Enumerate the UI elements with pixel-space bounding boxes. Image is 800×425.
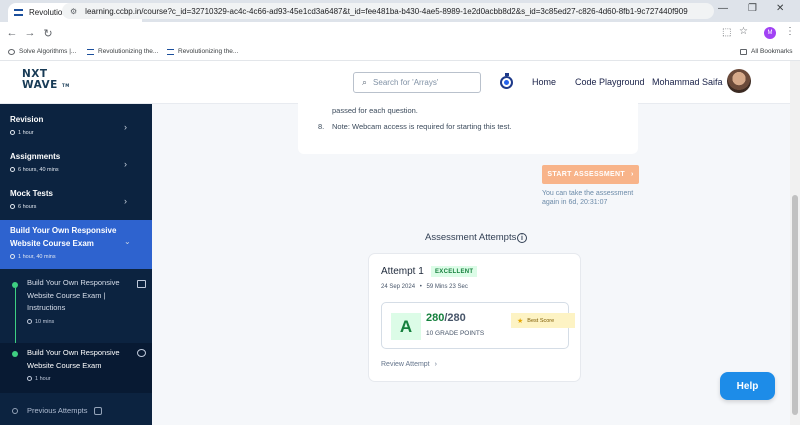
close-window-icon[interactable]: ✕ [776,3,784,14]
help-button[interactable]: Help [720,372,775,400]
instruction-text: passed for each question. [332,106,418,115]
clock-icon [10,254,15,259]
bookmark-star-icon[interactable]: ☆ [739,26,748,37]
profile-avatar-icon[interactable]: M [764,27,776,39]
attempt-card: Attempt 1 EXCELLENT 24 Sep 2024 • 59 Min… [368,253,581,382]
start-assessment-button[interactable]: START ASSESSMENT › [542,165,639,184]
score-text: 280/280 [426,312,466,324]
chevron-right-icon: › [124,159,127,169]
instruction-text: Note: Webcam access is required for star… [332,122,512,131]
user-name[interactable]: Mohammad Saifa [652,77,723,87]
pending-dot-icon [12,408,18,414]
url-text: learning.ccbp.in/course?c_id=32710329-ac… [85,6,688,16]
site-info-icon[interactable]: ⚙ [70,7,77,16]
address-bar-row: ← → ↻ [0,22,800,44]
back-icon[interactable]: ← [3,27,21,39]
clock-icon [10,204,15,209]
folder-icon [740,48,747,55]
chevron-down-icon: ⌄ [124,237,131,246]
clock-icon [10,167,15,172]
grade-letter: A [391,313,421,340]
sidebar-item-assignments[interactable]: Assignments 6 hours, 40 mins › [0,143,152,179]
all-bookmarks-button[interactable]: All Bookmarks [740,48,793,55]
review-attempt-link[interactable]: Review Attempt › [381,361,437,368]
search-input[interactable]: ⌕ Search for 'Arrays' [353,72,481,93]
bookmark-item[interactable]: Solve Algorithms |... [8,48,76,55]
url-input[interactable]: ⚙ learning.ccbp.in/course?c_id=32710329-… [62,3,714,19]
chevron-right-icon: › [434,361,437,368]
attempt-name: Attempt 1 [381,266,424,277]
clock-icon [27,376,32,381]
browser-menu-icon[interactable]: ⋮ [785,26,795,37]
site-favicon-icon [14,9,23,16]
previous-attempts-link[interactable]: Previous Attempts [0,404,152,418]
globe-icon [8,48,15,55]
page-scrollbar-thumb[interactable] [792,195,798,415]
history-icon [94,407,102,415]
sidebar-subitem-exam[interactable]: Build Your Own Responsive Website Course… [0,343,152,393]
sidebar-item-mock-tests[interactable]: Mock Tests 6 hours › [0,180,152,216]
sidebar-subitem-instructions[interactable]: Build Your Own Responsive Website Course… [0,277,152,352]
grade-points: 10 GRADE POINTS [426,330,485,337]
nav-home[interactable]: Home [532,77,556,87]
best-score-badge: ★ Best Score [511,313,575,328]
restore-icon[interactable]: ❐ [748,3,757,14]
attempts-heading: Assessment Attempts [425,232,517,243]
bookmark-item[interactable]: Revolutionizing the... [87,48,158,55]
clock-icon [27,319,32,324]
star-icon: ★ [517,317,524,325]
nav-code-playground[interactable]: Code Playground [575,77,645,87]
chevron-right-icon: › [630,171,634,178]
status-badge: EXCELLENT [431,266,478,277]
stopwatch-icon[interactable] [500,73,513,89]
reload-icon[interactable]: ↻ [39,27,57,40]
sidebar-item-course-exam[interactable]: Build Your Own Responsive Website Course… [0,220,152,269]
clock-icon [10,130,15,135]
chevron-right-icon: › [124,196,127,206]
minimize-icon[interactable]: — [718,3,728,14]
bookmark-item[interactable]: Revolutionizing the... [167,48,238,55]
grade-box: A 280/280 10 GRADE POINTS ★ Best Score [381,302,575,349]
sidebar-item-revision[interactable]: Revision 1 hour › [0,106,152,142]
chevron-right-icon: › [124,122,127,132]
nxtwave-logo[interactable]: NXT WAVE TM [22,69,70,91]
course-sidebar: Revision 1 hour › Assignments 6 hours, 4… [0,104,152,425]
attempt-meta: 24 Sep 2024 • 59 Mins 23 Sec [381,284,468,290]
reading-book-icon [137,280,146,288]
site-favicon-icon [87,48,94,55]
install-app-icon[interactable]: ⬚ [722,27,731,38]
instruction-number: 8. [318,122,325,131]
info-icon[interactable]: i [517,233,527,243]
bookmarks-bar: Solve Algorithms |... Revolutionizing th… [0,44,800,61]
retake-timer-text: You can take the assessment again in 6d,… [542,190,634,206]
search-icon: ⌕ [362,77,368,87]
search-placeholder: Search for 'Arrays' [373,78,439,87]
site-favicon-icon [167,48,174,55]
instructions-card: passed for each question. 8. Note: Webca… [298,96,638,154]
forward-icon[interactable]: → [21,27,39,39]
avatar[interactable] [727,69,751,93]
exam-timer-icon [137,349,146,357]
completed-dot-icon [12,351,18,357]
